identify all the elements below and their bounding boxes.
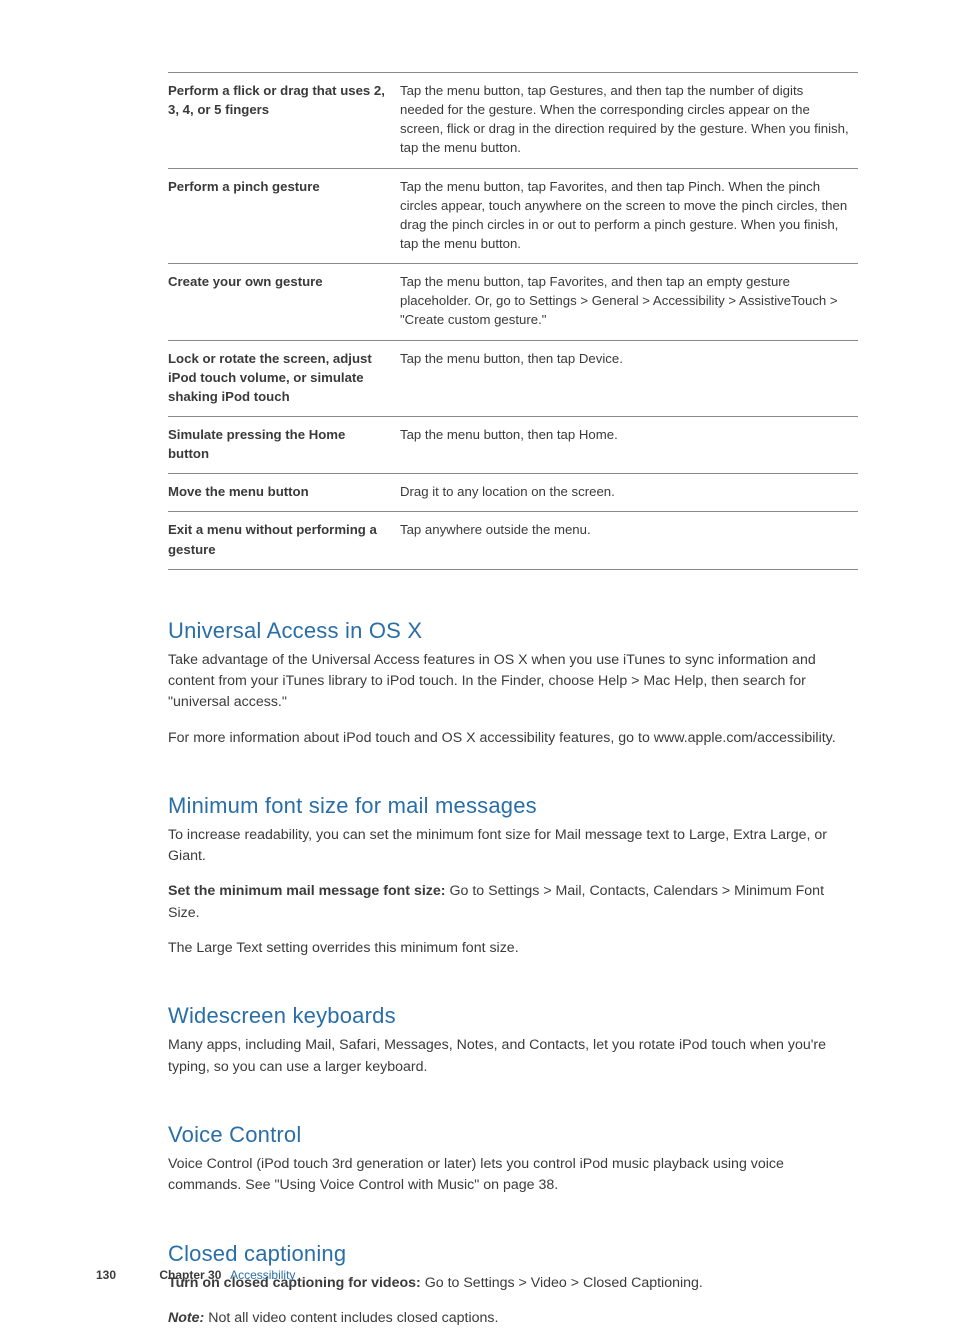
row-label: Perform a pinch gesture	[168, 168, 400, 264]
table-row: Simulate pressing the Home button Tap th…	[168, 416, 858, 473]
row-desc: Tap the menu button, tap Gestures, and t…	[400, 73, 858, 169]
page-footer: 130 Chapter 30 Accessibility	[96, 1268, 295, 1282]
inline-text: Not all video content includes closed ca…	[208, 1310, 498, 1326]
row-label: Create your own gesture	[168, 264, 400, 340]
row-desc: Tap the menu button, then tap Home.	[400, 416, 858, 473]
heading-closed-captioning: Closed captioning	[168, 1241, 858, 1267]
inline-italic: Note:	[168, 1310, 208, 1326]
table-row: Create your own gesture Tap the menu but…	[168, 264, 858, 340]
row-label: Move the menu button	[168, 474, 400, 512]
heading-voice-control: Voice Control	[168, 1122, 858, 1148]
body-text: Take advantage of the Universal Access f…	[168, 650, 858, 714]
body-text: The Large Text setting overrides this mi…	[168, 938, 858, 959]
heading-min-font: Minimum font size for mail messages	[168, 793, 858, 819]
row-desc: Tap the menu button, tap Favorites, and …	[400, 264, 858, 340]
heading-widescreen: Widescreen keyboards	[168, 1003, 858, 1029]
body-text: Note: Not all video content includes clo…	[168, 1308, 858, 1329]
page-number: 130	[96, 1268, 116, 1282]
instructions-table: Perform a flick or drag that uses 2, 3, …	[168, 72, 858, 570]
table-row: Lock or rotate the screen, adjust iPod t…	[168, 340, 858, 416]
body-text: Set the minimum mail message font size: …	[168, 881, 858, 924]
page-content: Perform a flick or drag that uses 2, 3, …	[0, 0, 954, 1329]
table-row: Move the menu button Drag it to any loca…	[168, 474, 858, 512]
inline-text: Go to Settings > Video > Closed Captioni…	[425, 1275, 703, 1291]
table-row: Perform a pinch gesture Tap the menu but…	[168, 168, 858, 264]
row-label: Perform a flick or drag that uses 2, 3, …	[168, 73, 400, 169]
row-label: Exit a menu without performing a gesture	[168, 512, 400, 569]
table-row: Perform a flick or drag that uses 2, 3, …	[168, 73, 858, 169]
chapter-name: Accessibility	[230, 1268, 295, 1282]
heading-universal-access: Universal Access in OS X	[168, 618, 858, 644]
body-text: Many apps, including Mail, Safari, Messa…	[168, 1035, 858, 1078]
row-label: Simulate pressing the Home button	[168, 416, 400, 473]
body-text: Voice Control (iPod touch 3rd generation…	[168, 1154, 858, 1197]
body-text: For more information about iPod touch an…	[168, 728, 858, 749]
chapter-label: Chapter 30	[159, 1268, 221, 1282]
inline-bold: Set the minimum mail message font size:	[168, 883, 449, 899]
row-desc: Drag it to any location on the screen.	[400, 474, 858, 512]
row-label: Lock or rotate the screen, adjust iPod t…	[168, 340, 400, 416]
row-desc: Tap the menu button, then tap Device.	[400, 340, 858, 416]
table-row: Exit a menu without performing a gesture…	[168, 512, 858, 569]
row-desc: Tap the menu button, tap Favorites, and …	[400, 168, 858, 264]
body-text: To increase readability, you can set the…	[168, 825, 858, 868]
row-desc: Tap anywhere outside the menu.	[400, 512, 858, 569]
